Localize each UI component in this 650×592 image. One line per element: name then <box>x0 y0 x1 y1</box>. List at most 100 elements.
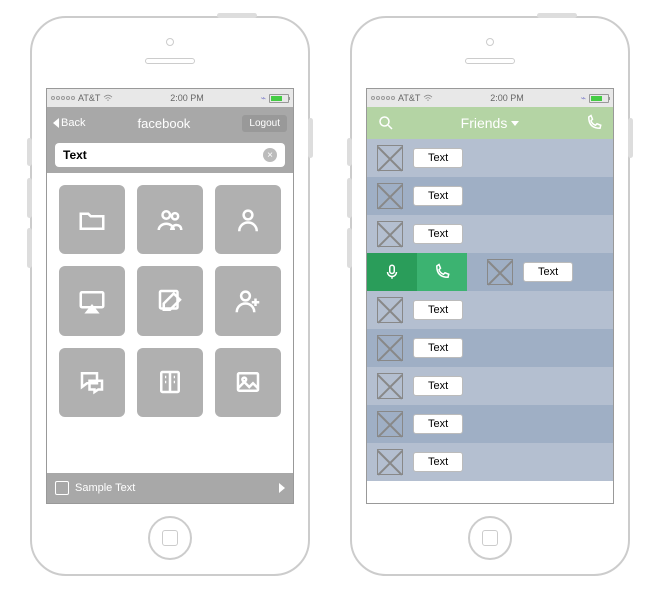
person-icon <box>233 205 263 235</box>
list-item[interactable]: Text <box>367 443 613 481</box>
list-item[interactable]: Text <box>367 405 613 443</box>
power-button-top <box>217 13 257 18</box>
folder-icon <box>77 205 107 235</box>
add-person-icon <box>233 286 263 316</box>
list-item[interactable]: Text <box>367 177 613 215</box>
front-camera <box>486 38 494 46</box>
logout-button[interactable]: Logout <box>242 115 287 132</box>
list-item[interactable]: Text <box>367 215 613 253</box>
avatar-placeholder <box>377 221 403 247</box>
page-title: facebook <box>138 116 191 131</box>
airplay-icon <box>77 286 107 316</box>
avatar-placeholder <box>487 259 513 285</box>
phone-icon[interactable] <box>585 114 603 132</box>
chevron-down-icon <box>511 121 519 126</box>
avatar-placeholder <box>377 335 403 361</box>
battery-icon <box>589 94 609 103</box>
text-button[interactable]: Text <box>413 224 463 244</box>
list-item[interactable]: Text <box>367 139 613 177</box>
earpiece-speaker <box>465 58 515 64</box>
mute-switch <box>27 138 32 166</box>
tile-airplay[interactable] <box>59 266 125 335</box>
home-button[interactable] <box>468 516 512 560</box>
bluetooth-icon: ⌁ <box>261 93 266 104</box>
power-button-top <box>537 13 577 18</box>
earpiece-speaker <box>145 58 195 64</box>
group-icon <box>155 205 185 235</box>
bluetooth-icon: ⌁ <box>581 93 586 104</box>
text-button[interactable]: Text <box>523 262 573 282</box>
side-button <box>308 118 313 158</box>
front-camera <box>166 38 174 46</box>
search-value: Text <box>63 148 87 162</box>
chat-icon <box>77 367 107 397</box>
volume-up <box>347 178 352 218</box>
book-icon <box>155 367 185 397</box>
title-label: Friends <box>461 115 508 131</box>
nav-bar-green: Friends <box>367 107 613 139</box>
tile-person[interactable] <box>215 185 281 254</box>
text-button[interactable]: Text <box>413 338 463 358</box>
mic-action[interactable] <box>367 253 417 291</box>
wifi-icon <box>423 94 433 102</box>
avatar-placeholder <box>377 297 403 323</box>
avatar-placeholder <box>377 411 403 437</box>
tile-chat[interactable] <box>59 348 125 417</box>
list-item[interactable]: Text <box>367 291 613 329</box>
chevron-right-icon <box>279 483 285 493</box>
list-item[interactable]: Text <box>367 367 613 405</box>
phone-mockup-right: AT&T 2:00 PM ⌁ Friends TextTextTextTextT… <box>350 16 630 576</box>
text-button[interactable]: Text <box>413 186 463 206</box>
clock-label: 2:00 PM <box>490 93 524 103</box>
carrier-label: AT&T <box>398 93 420 103</box>
back-button[interactable]: Back <box>53 117 85 129</box>
image-icon <box>233 367 263 397</box>
tile-group[interactable] <box>137 185 203 254</box>
search-icon[interactable] <box>377 114 395 132</box>
signal-icon <box>51 96 75 100</box>
avatar-placeholder <box>377 449 403 475</box>
nav-bar: Back facebook Logout <box>47 107 293 139</box>
text-button[interactable]: Text <box>413 148 463 168</box>
mute-switch <box>347 138 352 166</box>
tile-image[interactable] <box>215 348 281 417</box>
text-button[interactable]: Text <box>413 300 463 320</box>
text-button[interactable]: Text <box>413 452 463 472</box>
checkbox[interactable] <box>55 481 69 495</box>
call-action[interactable] <box>417 253 467 291</box>
avatar-placeholder <box>377 183 403 209</box>
tile-folder[interactable] <box>59 185 125 254</box>
text-button[interactable]: Text <box>413 376 463 396</box>
title-dropdown[interactable]: Friends <box>461 115 520 131</box>
phone-mockup-left: AT&T 2:00 PM ⌁ Back facebook Logout Text… <box>30 16 310 576</box>
footer-bar[interactable]: Sample Text <box>47 473 293 503</box>
home-button[interactable] <box>148 516 192 560</box>
signal-icon <box>371 96 395 100</box>
tile-book[interactable] <box>137 348 203 417</box>
volume-down <box>27 228 32 268</box>
footer-label: Sample Text <box>75 482 135 494</box>
volume-up <box>27 178 32 218</box>
mic-icon <box>383 263 401 281</box>
app-grid <box>47 173 293 421</box>
search-input[interactable]: Text × <box>55 143 285 167</box>
clock-label: 2:00 PM <box>170 93 204 103</box>
screen-left: AT&T 2:00 PM ⌁ Back facebook Logout Text… <box>46 88 294 504</box>
volume-down <box>347 228 352 268</box>
compose-icon <box>155 286 185 316</box>
clear-icon[interactable]: × <box>263 148 277 162</box>
status-bar: AT&T 2:00 PM ⌁ <box>47 89 293 107</box>
chevron-left-icon <box>53 118 59 128</box>
friends-list: Text Text Text Text Text Text Text Text Text <box>367 139 613 481</box>
text-button[interactable]: Text <box>413 414 463 434</box>
list-item[interactable]: Text <box>367 253 613 291</box>
search-bar: Text × <box>47 139 293 173</box>
side-button <box>628 118 633 158</box>
screen-right: AT&T 2:00 PM ⌁ Friends TextTextTextTextT… <box>366 88 614 504</box>
wifi-icon <box>103 94 113 102</box>
tile-add-person[interactable] <box>215 266 281 335</box>
list-item[interactable]: Text <box>367 329 613 367</box>
tile-compose[interactable] <box>137 266 203 335</box>
avatar-placeholder <box>377 145 403 171</box>
phone-icon <box>433 263 451 281</box>
